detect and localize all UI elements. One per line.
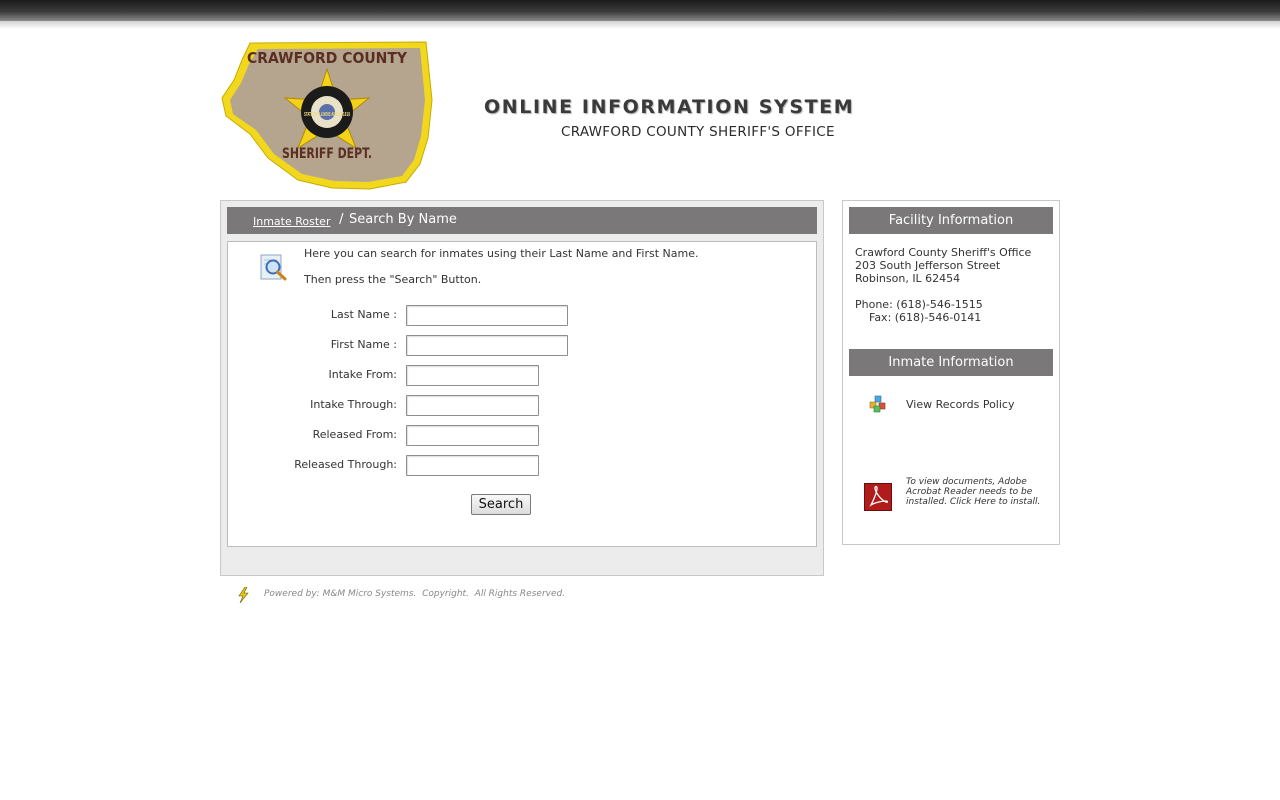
acrobat-install-note[interactable]: To view documents, Adobe Acrobat Reader …	[906, 477, 1046, 507]
magnifier-document-icon	[260, 254, 287, 281]
first-name-label: First Name :	[330, 338, 397, 351]
breadcrumb-current: Search By Name	[349, 212, 457, 227]
breadcrumb-inmate-roster-link[interactable]: Inmate Roster	[253, 215, 330, 228]
facility-street: 203 South Jefferson Street	[855, 259, 1001, 272]
records-policy-icon	[869, 395, 886, 413]
intake-from-input[interactable]	[406, 365, 539, 386]
breadcrumb-separator: /	[335, 212, 348, 227]
facility-phone: Phone: (618)-546-1515	[855, 298, 983, 311]
breadcrumb: Inmate Roster / Search By Name	[227, 207, 817, 234]
inmate-info-heading: Inmate Information	[849, 349, 1053, 376]
first-name-input[interactable]	[406, 335, 568, 356]
search-instructions: Here you can search for inmates using th…	[304, 247, 699, 260]
badge-text-top: CRAWFORD COUNTY	[247, 49, 408, 67]
intake-through-label: Intake Through:	[310, 398, 397, 411]
site-subtitle: CRAWFORD COUNTY SHERIFF'S OFFICE	[561, 124, 835, 140]
facility-city: Robinson, IL 62454	[855, 272, 961, 285]
search-form: Here you can search for inmates using th…	[227, 241, 817, 547]
top-bar	[0, 0, 1280, 21]
badge-seal-text: STATE OF ILLINOIS AUG 26 1818	[304, 112, 350, 118]
facility-name: Crawford County Sheriff's Office	[855, 246, 1032, 259]
released-through-input[interactable]	[406, 455, 539, 476]
intake-from-label: Intake From:	[328, 368, 397, 381]
last-name-input[interactable]	[406, 305, 568, 326]
badge-text-bottom: SHERIFF DEPT.	[282, 146, 372, 162]
released-from-input[interactable]	[406, 425, 539, 446]
footer-copyright: Powered by: M&M Micro Systems. Copyright…	[264, 589, 566, 599]
facility-fax: Fax: (618)-546-0141	[869, 311, 982, 324]
top-bar-shadow	[0, 21, 1280, 29]
released-through-label: Released Through:	[294, 458, 397, 471]
released-from-label: Released From:	[312, 428, 397, 441]
facility-info-heading: Facility Information	[849, 207, 1053, 234]
search-panel: Inmate Roster / Search By Name Here you …	[220, 200, 824, 576]
adobe-pdf-icon[interactable]	[864, 483, 892, 511]
view-records-policy-link[interactable]: View Records Policy	[906, 398, 1014, 411]
last-name-label: Last Name :	[330, 308, 397, 321]
sheriff-badge-logo: CRAWFORD COUNTY STATE OF ILLINOIS AUG 26…	[221, 41, 433, 190]
search-button[interactable]: Search	[471, 494, 531, 515]
search-instructions-button: Then press the "Search" Button.	[304, 273, 482, 286]
intake-through-input[interactable]	[406, 395, 539, 416]
side-panel: Facility Information Crawford County She…	[842, 200, 1060, 545]
lightning-bolt-icon	[238, 587, 249, 603]
site-title: ONLINE INFORMATION SYSTEM	[484, 96, 855, 118]
